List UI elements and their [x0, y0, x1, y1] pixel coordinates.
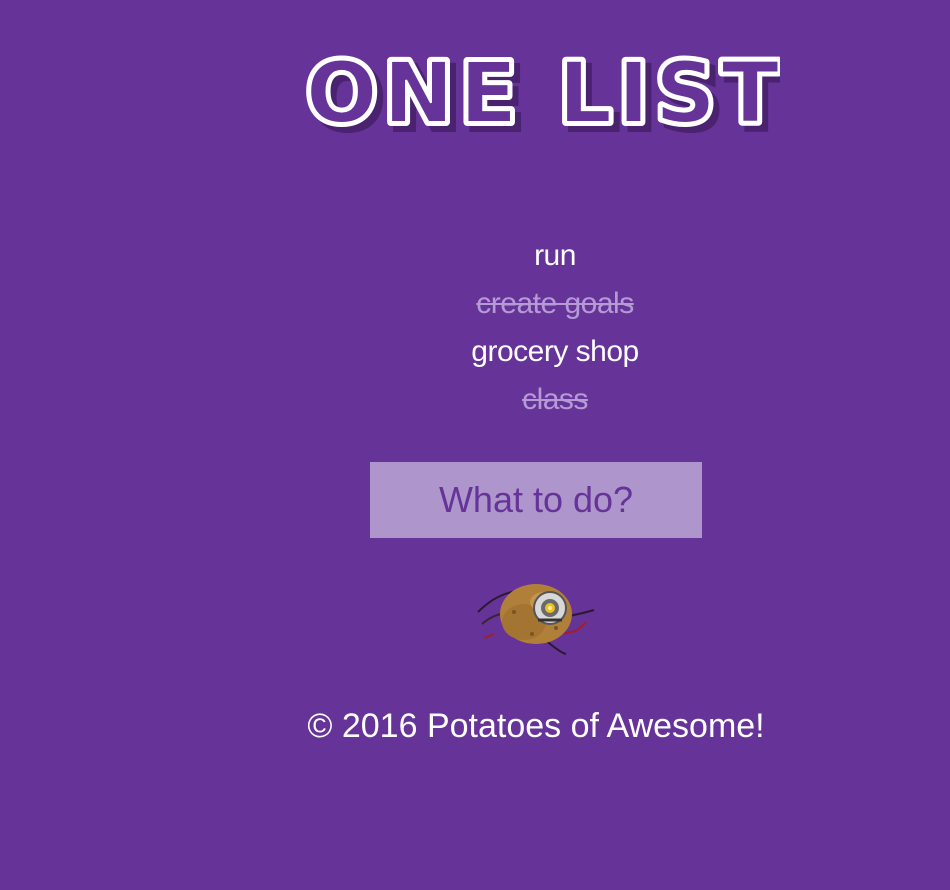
app-title-logo: ONE LIST ONE LIST ONE LIST — [302, 40, 780, 150]
app-title-text: ONE LIST — [306, 44, 780, 142]
potato-glados-icon — [474, 572, 598, 658]
todo-item-create-goals[interactable]: create goals — [380, 280, 730, 328]
todo-list: run create goals grocery shop class — [380, 232, 730, 424]
todo-item-class[interactable]: class — [380, 376, 730, 424]
app-page: ONE LIST ONE LIST ONE LIST run create go… — [0, 0, 950, 890]
todo-item-grocery-shop[interactable]: grocery shop — [380, 328, 730, 376]
todo-item-run[interactable]: run — [380, 232, 730, 280]
footer-copyright: © 2016 Potatoes of Awesome! — [307, 707, 765, 745]
app-title: ONE LIST ONE LIST ONE LIST — [300, 40, 780, 150]
todo-input[interactable] — [370, 462, 702, 538]
